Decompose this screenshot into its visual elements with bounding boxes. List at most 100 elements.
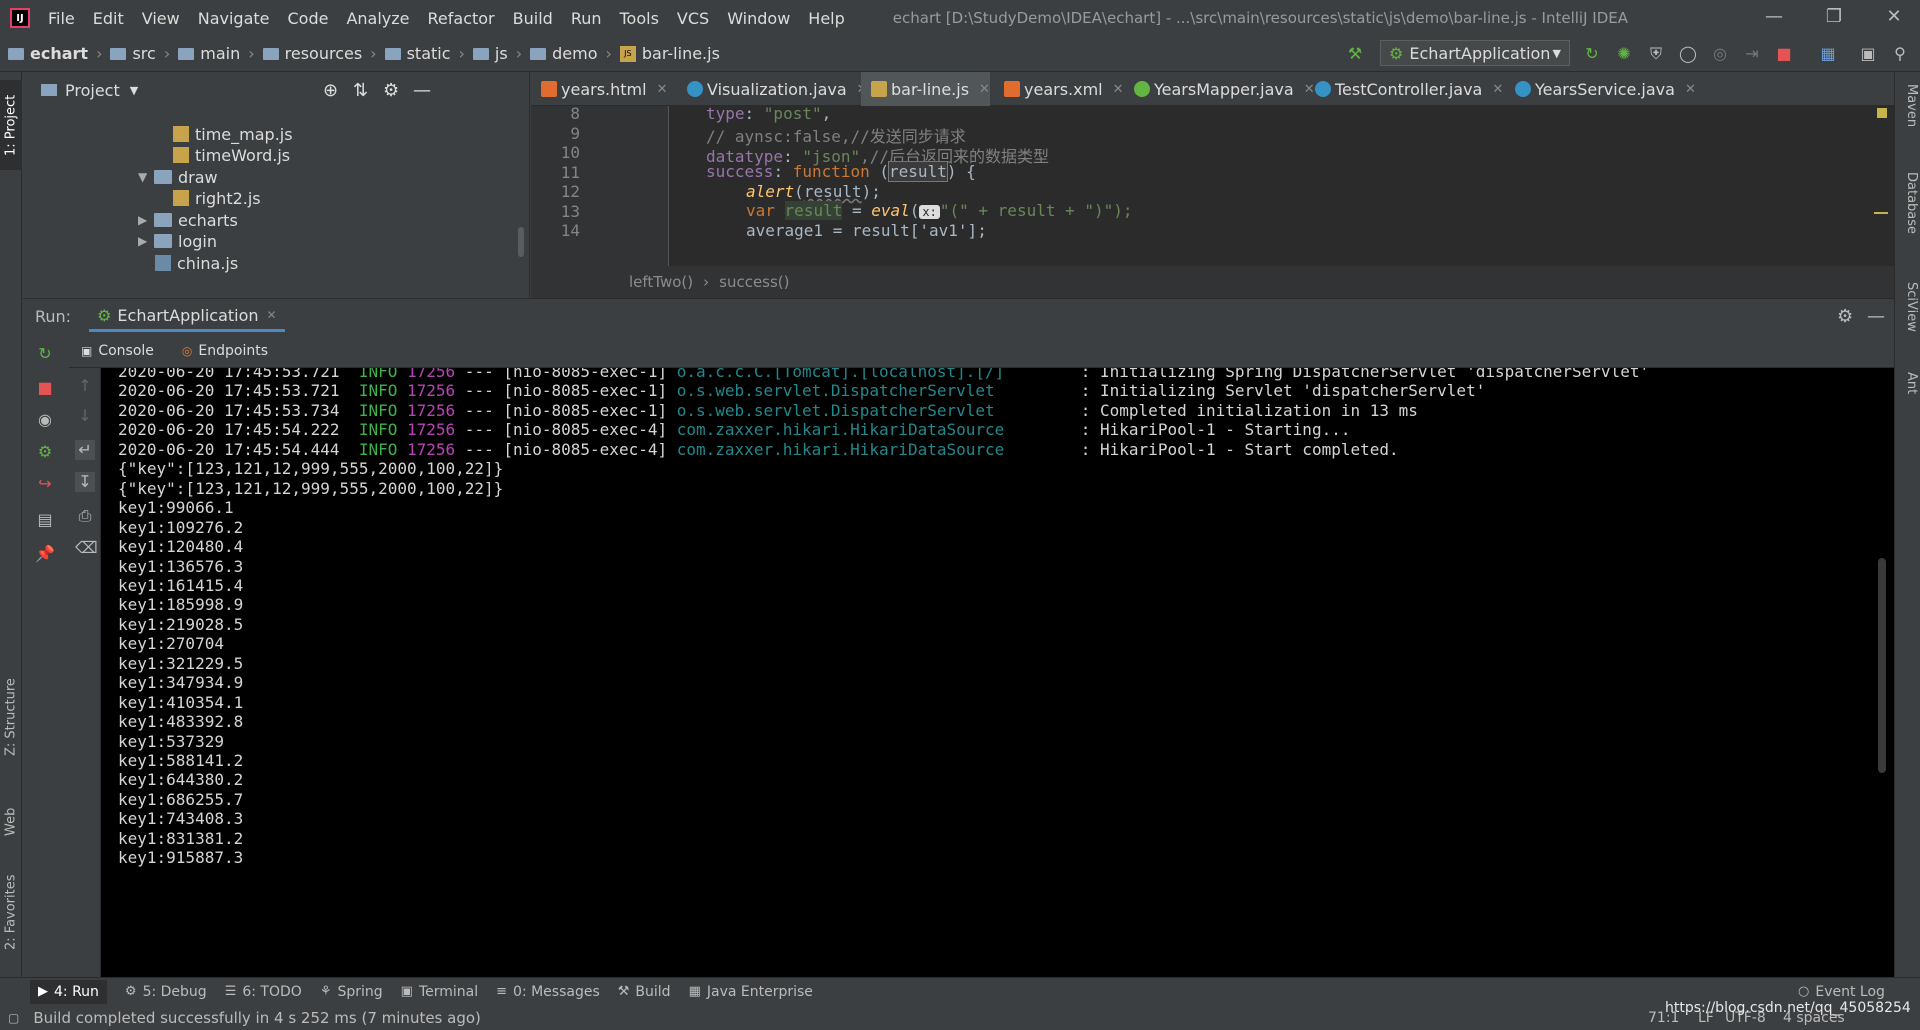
menu-file[interactable]: File	[48, 9, 75, 28]
build-hammer-icon[interactable]: ⚒	[1345, 44, 1365, 64]
menu-refactor[interactable]: Refactor	[428, 9, 495, 28]
code-editor[interactable]: 8 9 10 11 12 13 14 type: "post", // aynsc:fals…	[531, 104, 1894, 266]
editor-tab[interactable]: TestController.java ✕	[1305, 72, 1503, 106]
gear-icon[interactable]: ⚙	[1837, 306, 1853, 327]
print-icon[interactable]: ⎙	[75, 506, 95, 526]
minimize-icon[interactable]: —	[1762, 6, 1786, 30]
chevron-right-icon[interactable]: ▶	[138, 234, 154, 248]
menu-tools[interactable]: Tools	[620, 9, 659, 28]
scroll-to-end-icon[interactable]: ↧	[75, 472, 95, 492]
close-icon[interactable]: ✕	[979, 82, 990, 97]
layout-icon[interactable]: ▤	[35, 510, 55, 530]
run-tab-echartapplication[interactable]: ⚙ EchartApplication ✕	[89, 302, 285, 332]
tree-item[interactable]: timeWord.js	[173, 143, 290, 167]
tool-tab[interactable]: ≡ 0: Messages	[496, 984, 600, 1000]
editor-tab[interactable]: Visualization.java✕	[677, 72, 868, 106]
editor-tab[interactable]: YearsMapper.java ✕	[1124, 72, 1315, 106]
menu-navigate[interactable]: Navigate	[198, 9, 270, 28]
debug-bug-icon[interactable]: ✺	[1614, 44, 1634, 64]
close-icon[interactable]: ✕	[1685, 82, 1696, 97]
close-icon[interactable]: ✕	[1882, 6, 1906, 30]
trash-icon[interactable]: ⌫	[75, 538, 98, 558]
menu-edit[interactable]: Edit	[93, 9, 124, 28]
chevron-right-icon[interactable]: ▶	[138, 213, 154, 227]
breadcrumb-item[interactable]: resources ›	[262, 44, 377, 63]
warning-marker-icon[interactable]	[1877, 108, 1887, 118]
tree-scrollbar[interactable]	[518, 227, 524, 257]
menu-window[interactable]: Window	[727, 9, 790, 28]
breadcrumb-item[interactable]: js ›	[472, 44, 522, 63]
camera-icon[interactable]: ◉	[35, 410, 55, 430]
event-log-button[interactable]: ○ Event Log	[1798, 984, 1885, 1000]
close-icon[interactable]: ✕	[267, 308, 277, 322]
tab-project[interactable]: 1: Project	[0, 80, 22, 170]
pin-icon[interactable]: 📌	[35, 544, 55, 564]
tool-tab[interactable]: ▦ Java Enterprise	[689, 984, 813, 1000]
project-structure-icon[interactable]: ▦	[1818, 44, 1838, 64]
editor-tab[interactable]: bar-line.js ✕	[861, 72, 990, 106]
scroll-marker[interactable]	[1874, 212, 1888, 214]
tab-favorites[interactable]: 2: Favorites	[0, 862, 22, 962]
breadcrumb-function[interactable]: leftTwo()	[629, 273, 693, 291]
breadcrumb-item[interactable]: src ›	[110, 44, 170, 63]
tab-web[interactable]: Web	[0, 792, 22, 852]
close-icon[interactable]: ✕	[1113, 82, 1124, 97]
tool-tab[interactable]: ⚘ Spring	[320, 984, 383, 1000]
tab-ant[interactable]: Ant	[1897, 372, 1919, 394]
status-icon[interactable]: ▢	[8, 1011, 19, 1025]
breadcrumb-item[interactable]: JS bar-line.js	[619, 44, 720, 63]
arrow-down-icon[interactable]: ↓	[75, 406, 95, 426]
breadcrumb-function[interactable]: success()	[719, 273, 789, 291]
collapse-all-icon[interactable]: ⇅	[353, 80, 368, 101]
hide-panel-icon[interactable]: —	[413, 80, 431, 101]
tab-structure[interactable]: Z: Structure	[0, 667, 22, 767]
tab-endpoints[interactable]: ◎ Endpoints	[182, 343, 268, 359]
tool-tab[interactable]: ▣ Terminal	[401, 984, 478, 1000]
rerun-icon[interactable]: ↻	[1582, 44, 1602, 64]
tab-console[interactable]: ▣ Console	[81, 343, 154, 359]
close-icon[interactable]: ✕	[657, 82, 668, 97]
stop-icon[interactable]: ■	[35, 378, 55, 398]
gear-icon[interactable]: ⚙	[383, 80, 399, 101]
attach-icon[interactable]: ◎	[1710, 44, 1730, 64]
run-configuration-select[interactable]: ⚙ EchartApplication ▼	[1380, 40, 1570, 66]
breadcrumb-item[interactable]: static ›	[384, 44, 465, 63]
menu-run[interactable]: Run	[571, 9, 602, 28]
editor-tab[interactable]: YearsService.java ✕	[1505, 72, 1696, 106]
menu-code[interactable]: Code	[288, 9, 329, 28]
project-panel-title[interactable]: Project	[65, 81, 120, 100]
profile-icon[interactable]: ◯	[1678, 44, 1698, 64]
exit-icon[interactable]: ↪	[35, 474, 55, 494]
menu-build[interactable]: Build	[513, 9, 553, 28]
chevron-down-icon[interactable]: ▼	[138, 170, 154, 184]
breadcrumb-item[interactable]: demo ›	[530, 44, 612, 63]
rerun-icon[interactable]: ↻	[35, 344, 55, 364]
soft-wrap-icon[interactable]: ↵	[75, 440, 95, 460]
coverage-icon[interactable]: ⛨	[1646, 44, 1666, 64]
tool-tab[interactable]: ☰ 6: TODO	[225, 984, 302, 1000]
breadcrumb-item[interactable]: echart ›	[8, 44, 102, 63]
stop-icon[interactable]: ■	[1774, 44, 1794, 64]
chevron-down-icon[interactable]: ▼	[130, 84, 138, 97]
tree-item[interactable]: right2.js	[173, 186, 261, 210]
editor-tab[interactable]: years.xml ✕	[994, 72, 1124, 106]
tool-tab[interactable]: ▶ 4: Run	[30, 979, 107, 1004]
menu-help[interactable]: Help	[808, 9, 844, 28]
hide-panel-icon[interactable]: —	[1867, 306, 1885, 327]
tool-tab[interactable]: ⚒ Build	[618, 984, 671, 1000]
tree-item[interactable]: china.js	[155, 251, 238, 275]
menu-vcs[interactable]: VCS	[677, 9, 709, 28]
step-icon[interactable]: ⇥	[1742, 44, 1762, 64]
tab-sciview[interactable]: SciView	[1897, 282, 1919, 332]
locate-icon[interactable]: ⊕	[323, 80, 338, 101]
breadcrumb-item[interactable]: main ›	[178, 44, 255, 63]
console-scrollbar[interactable]	[1878, 558, 1886, 773]
menu-analyze[interactable]: Analyze	[346, 9, 409, 28]
tool-tab[interactable]: ⚙ 5: Debug	[125, 984, 207, 1000]
layout-icon[interactable]: ▣	[1858, 44, 1878, 64]
tab-database[interactable]: Database	[1897, 172, 1919, 234]
menu-view[interactable]: View	[142, 9, 180, 28]
tab-maven[interactable]: Maven	[1897, 84, 1919, 127]
search-icon[interactable]: ⚲	[1890, 44, 1910, 64]
update-app-icon[interactable]: ⚙	[35, 442, 55, 462]
